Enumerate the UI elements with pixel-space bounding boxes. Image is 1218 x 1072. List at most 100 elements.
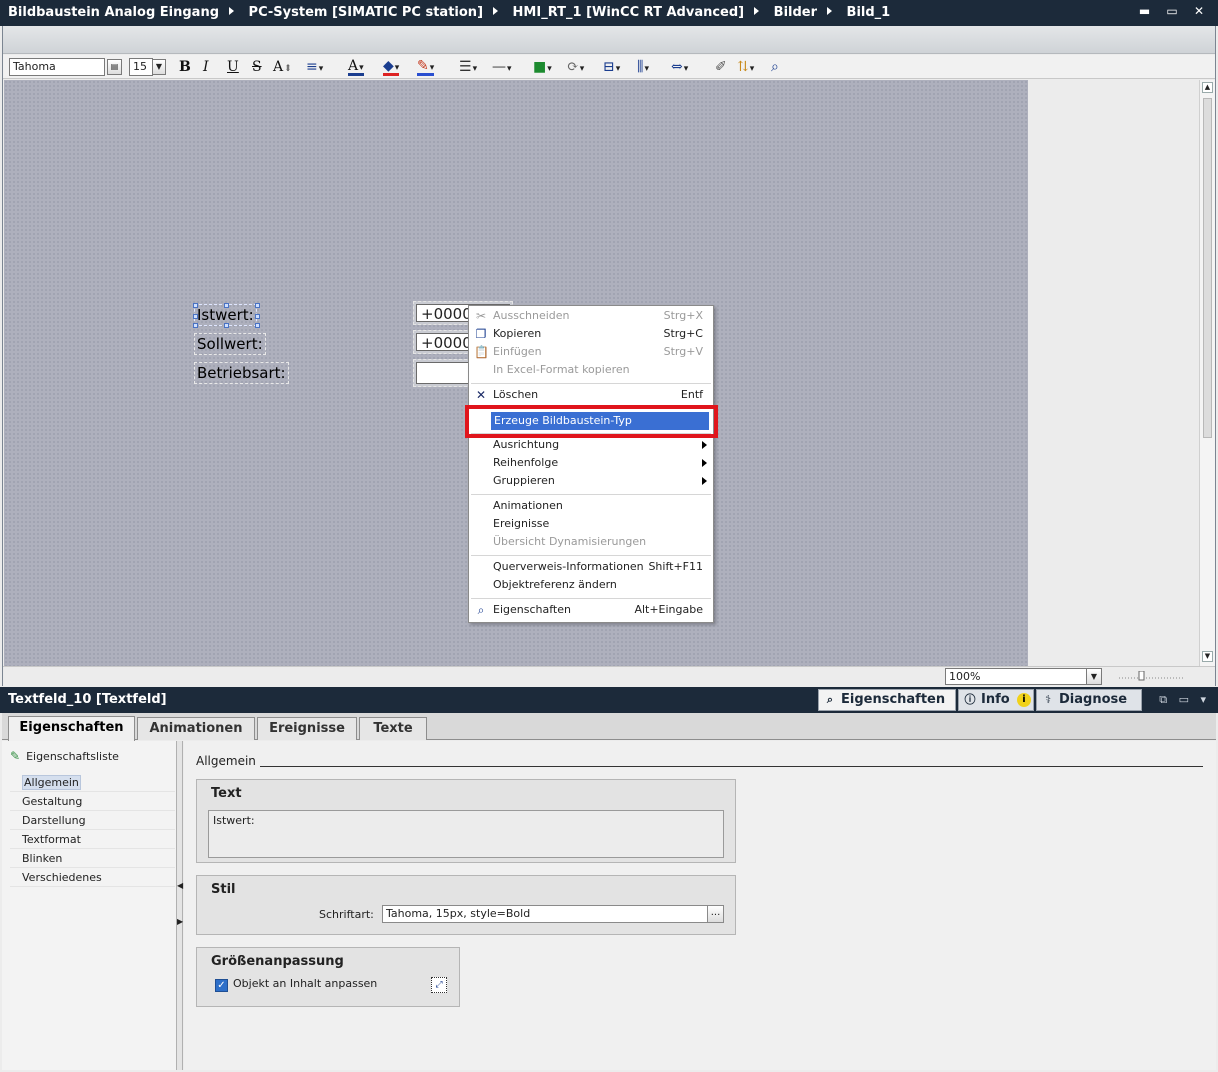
editor-tab-strip <box>3 26 1215 54</box>
fit-content-checkbox[interactable]: ✓ <box>215 979 228 992</box>
menu-item-cross-reference[interactable]: Querverweis-Informationen Shift+F11 <box>469 558 713 576</box>
menu-item-dynamization-overview[interactable]: Übersicht Dynamisierungen <box>469 533 713 551</box>
zoom-slider[interactable] <box>1119 671 1185 681</box>
menu-item-order[interactable]: Reihenfolge <box>469 454 713 472</box>
italic-button[interactable]: I <box>203 58 209 76</box>
fit-to-content-icon[interactable]: ⤢ <box>431 977 447 993</box>
font-list-button[interactable]: ▤ <box>107 59 122 75</box>
font-input[interactable]: Tahoma, 15px, style=Bold <box>382 905 708 923</box>
panel-splitter[interactable]: ◀ ▶ <box>177 741 183 1070</box>
font-color-button[interactable]: A▾ <box>348 58 364 76</box>
menu-item-change-object-reference[interactable]: Objektreferenz ändern <box>469 576 713 594</box>
align-icon: ≡ <box>306 59 318 75</box>
submenu-arrow-icon <box>702 477 707 485</box>
tab-eigenschaften[interactable]: Eigenschaften <box>8 716 135 741</box>
breadcrumb-hmi[interactable]: HMI_RT_1 [WinCC RT Advanced] <box>513 5 745 20</box>
nav-item-textformat[interactable]: Textformat <box>10 830 175 849</box>
underline-button[interactable]: U <box>227 58 239 76</box>
zoom-input[interactable]: 100% <box>945 668 1087 685</box>
tab-texte[interactable]: Texte <box>359 717 427 740</box>
menu-item-delete[interactable]: ✕ Löschen Entf <box>469 386 713 404</box>
breadcrumb-screens[interactable]: Bilder <box>774 5 817 20</box>
font-name-input[interactable]: Tahoma <box>9 58 105 76</box>
expand-right-icon[interactable]: ▶ <box>177 917 183 926</box>
menu-item-paste[interactable]: 📋 Einfügen Strg+V <box>469 343 713 361</box>
nav-item-blinken[interactable]: Blinken <box>10 849 175 868</box>
property-list-toggle[interactable]: ✎ Eigenschaftsliste <box>10 749 119 763</box>
inspector-window-controls[interactable]: ⧉ ▭ ▾ <box>1159 693 1210 707</box>
menu-item-cut[interactable]: ✂ Ausschneiden Strg+X <box>469 307 713 325</box>
selection-handle[interactable] <box>255 303 260 308</box>
rotate-button[interactable]: ⟳▾ <box>567 58 584 76</box>
menu-item-copy-excel[interactable]: In Excel-Format kopieren <box>469 361 713 379</box>
menu-item-label: Kopieren <box>493 327 542 340</box>
line-style-button[interactable]: —▾ <box>492 58 512 76</box>
selection-handle[interactable] <box>193 323 198 328</box>
editor-statusbar: 100% ▼ <box>3 666 1215 686</box>
tab-ereignisse[interactable]: Ereignisse <box>257 717 357 740</box>
menu-item-properties[interactable]: ⌕ Eigenschaften Alt+Eingabe <box>469 601 713 619</box>
selection-handle[interactable] <box>224 303 229 308</box>
breadcrumb-screen[interactable]: Bild_1 <box>847 5 891 20</box>
menu-item-shortcut: Strg+V <box>663 345 703 358</box>
scroll-up-icon[interactable]: ▲ <box>1202 82 1213 93</box>
bring-front-button[interactable]: ■▾ <box>533 58 552 76</box>
inspector-tabs: Eigenschaften Animationen Ereignisse Tex… <box>2 713 1216 741</box>
text-input[interactable]: Istwert: <box>208 810 724 858</box>
text-align-button[interactable]: ≡▾ <box>306 58 323 76</box>
menu-item-events[interactable]: Ereignisse <box>469 515 713 533</box>
nav-item-gestaltung[interactable]: Gestaltung <box>10 792 175 811</box>
menu-separator <box>471 383 711 384</box>
scroll-down-icon[interactable]: ▼ <box>1202 651 1213 662</box>
menu-item-alignment[interactable]: Ausrichtung <box>469 436 713 454</box>
nav-item-verschiedenes[interactable]: Verschiedenes <box>10 868 175 887</box>
breadcrumb-device[interactable]: PC-System [SIMATIC PC station] <box>249 5 483 20</box>
nav-item-label: Verschiedenes <box>22 871 102 884</box>
font-browse-button[interactable]: ... <box>707 905 724 923</box>
bold-button[interactable]: B <box>179 58 191 76</box>
menu-item-copy[interactable]: ❐ Kopieren Strg+C <box>469 325 713 343</box>
fill-color-button[interactable]: ◆▾ <box>383 58 400 76</box>
tab-animationen[interactable]: Animationen <box>137 717 255 740</box>
breadcrumb-project[interactable]: Bildbaustein Analog Eingang <box>8 5 219 20</box>
properties-icon: ⌕ <box>826 693 834 706</box>
collapse-left-icon[interactable]: ◀ <box>177 881 183 890</box>
tab-properties[interactable]: ⌕ Eigenschaften <box>818 689 956 711</box>
nav-item-darstellung[interactable]: Darstellung <box>10 811 175 830</box>
format-painter-button[interactable]: ✐ <box>715 58 727 76</box>
pen-icon: ✎ <box>417 58 429 74</box>
same-size-button[interactable]: ⇔▾ <box>671 58 688 76</box>
scroll-thumb[interactable] <box>1203 98 1212 438</box>
vertical-scrollbar[interactable]: ▲ ▼ <box>1199 80 1215 666</box>
tab-diagnose[interactable]: ⚕ Diagnose <box>1036 689 1142 711</box>
nav-item-allgemein[interactable]: Allgemein <box>10 773 175 792</box>
selection-handle[interactable] <box>224 323 229 328</box>
menu-item-label: Löschen <box>493 388 539 401</box>
tab-info[interactable]: ⓘ Info i <box>958 689 1034 711</box>
text-field-sollwert[interactable]: Sollwert: <box>194 333 266 355</box>
menu-item-animations[interactable]: Animationen <box>469 497 713 515</box>
font-size-dropdown[interactable]: ▼ <box>152 59 166 75</box>
text-field-betriebsart[interactable]: Betriebsart: <box>194 362 289 384</box>
layers-button[interactable]: ⇅▾ <box>737 58 754 76</box>
font-size-input[interactable]: 15 <box>129 58 153 76</box>
selection-handle[interactable] <box>255 314 260 319</box>
selection-handle[interactable] <box>193 303 198 308</box>
align-objects-button[interactable]: ⊟▾ <box>603 58 620 76</box>
zoom-dropdown[interactable]: ▼ <box>1086 668 1102 685</box>
highlight-callout <box>465 405 718 438</box>
menu-item-group[interactable]: Gruppieren <box>469 472 713 490</box>
zoom-button[interactable]: ⌕ <box>771 58 779 76</box>
selection-handle[interactable] <box>193 314 198 319</box>
distribute-button[interactable]: ⫼▾ <box>637 58 649 76</box>
property-list-label: Eigenschaftsliste <box>26 750 119 763</box>
strikethrough-button[interactable]: S <box>252 58 262 76</box>
window-controls[interactable]: ▬ ▭ ✕ <box>1139 4 1210 18</box>
selection-handle[interactable] <box>255 323 260 328</box>
line-color-button[interactable]: ✎▾ <box>417 58 435 76</box>
menu-item-shortcut: Entf <box>680 388 703 401</box>
breadcrumb-separator-icon <box>827 7 833 15</box>
menu-item-label: In Excel-Format kopieren <box>493 363 630 376</box>
grow-font-button[interactable]: A⇕ <box>273 58 292 76</box>
line-width-button[interactable]: ☰▾ <box>459 58 477 76</box>
